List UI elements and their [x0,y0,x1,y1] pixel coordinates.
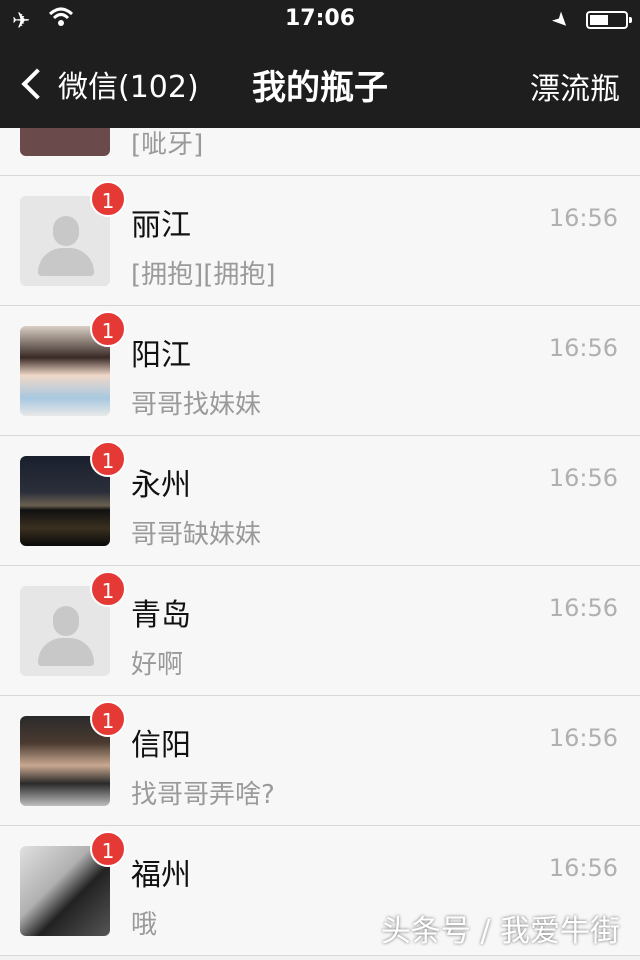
contact-name: 永州 [131,468,191,503]
timestamp: 16:56 [548,464,618,492]
timestamp: 16:56 [548,854,618,882]
message-preview: 哦 [131,910,158,940]
message-preview: [拥抱][拥抱] [131,260,276,290]
contact-name: 丽江 [131,208,191,243]
watermark: 头条号 / 我爱牛街 [380,914,620,949]
contact-name: 阳江 [131,338,191,373]
list-item[interactable]: 1 青岛 好啊 16:56 [0,566,640,696]
contact-name: 福州 [131,858,191,893]
unread-badge: 1 [90,831,126,867]
unread-badge: 1 [90,701,126,737]
status-bar: ✈ 17:06 ➤ [0,0,640,40]
list-item[interactable]: 1 丽江 [拥抱][拥抱] 16:56 [0,176,640,306]
list-item[interactable]: 1 阳江 哥哥找妹妹 16:56 [0,306,640,436]
message-preview: 哥哥找妹妹 [131,390,262,420]
list-item[interactable]: 1 信阳 找哥哥弄啥? 16:56 [0,696,640,826]
unread-badge: 1 [90,311,126,347]
unread-badge: 1 [90,571,126,607]
message-preview: 好啊 [131,650,184,680]
contact-name: 信阳 [131,728,191,763]
unread-badge: 1 [90,441,126,477]
list-item[interactable]: 1 永州 哥哥缺妹妹 16:56 [0,436,640,566]
message-preview: 哥哥缺妹妹 [131,520,262,550]
conversation-list: [呲牙] 1 丽江 [拥抱][拥抱] 16:56 1 阳江 哥哥找妹妹 16:5… [0,46,640,956]
timestamp: 16:56 [548,334,618,362]
message-preview: [呲牙] [131,130,204,160]
timestamp: 16:56 [548,724,618,752]
battery-icon [586,11,632,29]
nav-bar: 微信(102) 我的瓶子 漂流瓶 [0,40,640,128]
contact-name: 青岛 [131,598,191,633]
timestamp: 16:56 [548,594,618,622]
drift-bottle-button[interactable]: 漂流瓶 [530,64,620,108]
unread-badge: 1 [90,181,126,217]
timestamp: 16:56 [548,204,618,232]
status-time: 17:06 [284,6,356,31]
message-preview: 找哥哥弄啥? [131,780,275,810]
